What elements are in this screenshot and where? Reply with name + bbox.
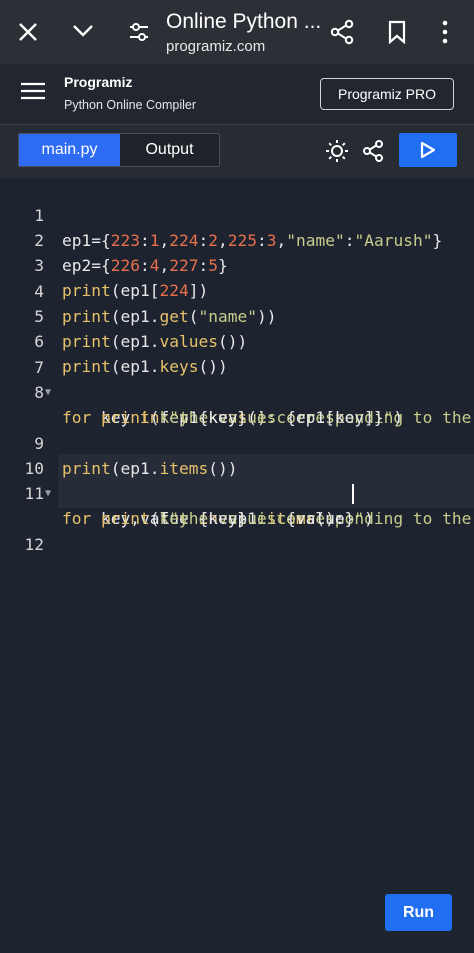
more-vert-icon[interactable] bbox=[441, 20, 449, 44]
text-cursor bbox=[352, 484, 354, 504]
code-line-wrap: key {key} is {ep1[key]}") bbox=[0, 380, 474, 427]
tab-main-py[interactable]: main.py bbox=[19, 134, 120, 166]
share-icon[interactable] bbox=[330, 19, 354, 45]
code-line: 11 print(f"the value corresponding to th… bbox=[0, 456, 474, 528]
code-line: 6 print(ep1.keys()) bbox=[0, 304, 474, 376]
code-line: 12 bbox=[0, 507, 474, 554]
code-line: 3 print(ep1[224]) bbox=[0, 228, 474, 300]
page-title: Online Python ... bbox=[166, 10, 322, 33]
line-number: 12 bbox=[24, 535, 45, 554]
tab-group: main.py Output bbox=[18, 133, 220, 167]
page-url: programiz.com bbox=[166, 38, 266, 55]
chevron-down-icon[interactable] bbox=[72, 24, 94, 38]
code-line: 4 print(ep1.get("name")) bbox=[0, 254, 474, 326]
browser-toolbar: Online Python ... programiz.com bbox=[0, 0, 474, 64]
programiz-pro-button[interactable]: Programiz PRO bbox=[320, 78, 454, 110]
code-line-wrap: key {key} is {value}") bbox=[0, 481, 474, 528]
theme-toggle-icon[interactable] bbox=[325, 139, 349, 163]
app-header: Programiz Python Online Compiler Program… bbox=[0, 64, 474, 125]
code-line: 8 print(f"the value corresponding to the bbox=[0, 355, 474, 427]
play-icon bbox=[420, 141, 436, 159]
hamburger-menu-icon[interactable] bbox=[21, 82, 45, 100]
code-line: 1 ep1={223:1,224:2,225:3,"name":"Aarush"… bbox=[0, 178, 474, 250]
bookmark-icon[interactable] bbox=[388, 20, 406, 44]
programiz-logo[interactable]: Programiz bbox=[64, 74, 132, 90]
tab-output[interactable]: Output bbox=[120, 134, 219, 166]
run-button[interactable]: Run bbox=[385, 894, 452, 931]
site-settings-icon[interactable] bbox=[128, 22, 150, 42]
app-subtitle: Python Online Compiler bbox=[64, 98, 197, 112]
close-icon[interactable] bbox=[18, 22, 38, 42]
code-line: 2 ep2={226:4,227:5} bbox=[0, 203, 474, 275]
code-line: 5 print(ep1.values()) bbox=[0, 279, 474, 351]
code-line: 10 ▼ for key,value in ep1.items(): bbox=[0, 431, 474, 528]
run-play-button[interactable] bbox=[399, 133, 457, 167]
code-line: 9 print(ep1.items()) bbox=[0, 406, 474, 478]
code-line: 7 ▼ for key in ep1.keys(): bbox=[0, 330, 474, 427]
share-code-icon[interactable] bbox=[362, 139, 384, 163]
